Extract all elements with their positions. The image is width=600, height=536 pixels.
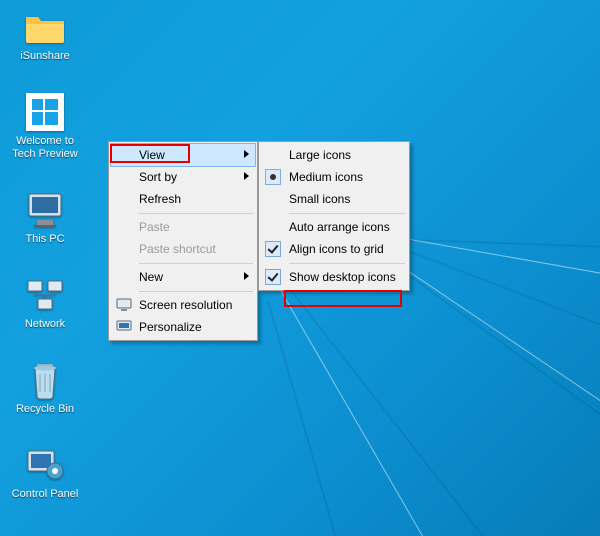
submenu-arrow-icon (244, 272, 249, 280)
desktop-icon-recycle-bin[interactable]: Recycle Bin (6, 359, 84, 416)
desktop-icon-label: Recycle Bin (16, 403, 74, 415)
network-icon (24, 274, 66, 316)
control-panel-icon (24, 444, 66, 486)
menu-item-sort-by[interactable]: Sort by (111, 166, 255, 188)
personalize-icon (115, 318, 133, 336)
recycle-bin-icon (24, 359, 66, 401)
computer-icon (24, 189, 66, 231)
menu-item-label: Personalize (139, 320, 202, 334)
menu-separator (139, 213, 253, 214)
desktop-icon-label: Welcome to Tech Preview (12, 135, 77, 160)
folder-icon (24, 6, 66, 48)
windows-logo-icon (24, 91, 66, 133)
submenu-arrow-icon (244, 172, 249, 180)
submenu-arrow-icon (244, 150, 249, 158)
menu-item-view[interactable]: View (111, 144, 255, 166)
menu-item-paste: Paste (111, 216, 255, 238)
menu-item-label: Paste shortcut (139, 242, 216, 256)
check-icon (265, 241, 281, 257)
menu-item-personalize[interactable]: Personalize (111, 316, 255, 338)
menu-item-label: Medium icons (289, 170, 363, 184)
view-submenu: Large icons Medium icons Small icons Aut… (258, 141, 410, 291)
desktop-icon-label: This PC (25, 233, 64, 245)
menu-item-label: Sort by (139, 170, 177, 184)
desktop-icon-welcome[interactable]: Welcome to Tech Preview (6, 91, 84, 161)
radio-selected-icon (265, 169, 281, 185)
menu-item-label: New (139, 270, 163, 284)
menu-item-label: Show desktop icons (289, 270, 396, 284)
submenu-item-align-grid[interactable]: Align icons to grid (261, 238, 407, 260)
desktop-icon-control-panel[interactable]: Control Panel (6, 444, 84, 501)
submenu-item-show-desktop-icons[interactable]: Show desktop icons (261, 266, 407, 288)
desktop-icon-this-pc[interactable]: This PC (6, 189, 84, 246)
desktop-context-menu: View Sort by Refresh Paste Paste shortcu… (108, 141, 258, 341)
desktop-icon-label: iSunshare (20, 50, 70, 62)
monitor-icon (115, 296, 133, 314)
menu-separator (289, 213, 405, 214)
menu-item-label: Small icons (289, 192, 350, 206)
menu-separator (289, 263, 405, 264)
menu-item-label: Paste (139, 220, 170, 234)
menu-item-label: Refresh (139, 192, 181, 206)
menu-item-new[interactable]: New (111, 266, 255, 288)
menu-separator (139, 263, 253, 264)
submenu-item-small-icons[interactable]: Small icons (261, 188, 407, 210)
menu-item-label: Screen resolution (139, 298, 232, 312)
menu-item-label: Large icons (289, 148, 351, 162)
menu-item-label: Auto arrange icons (289, 220, 390, 234)
desktop-icon-network[interactable]: Network (6, 274, 84, 331)
menu-separator (139, 291, 253, 292)
submenu-item-large-icons[interactable]: Large icons (261, 144, 407, 166)
menu-item-refresh[interactable]: Refresh (111, 188, 255, 210)
check-icon (265, 269, 281, 285)
menu-item-paste-shortcut: Paste shortcut (111, 238, 255, 260)
menu-item-label: View (139, 148, 165, 162)
submenu-item-medium-icons[interactable]: Medium icons (261, 166, 407, 188)
desktop-icons-group: iSunshare Welcome to Tech Preview This P… (6, 6, 84, 501)
desktop-icon-isunshare[interactable]: iSunshare (6, 6, 84, 63)
desktop-icon-label: Network (25, 318, 65, 330)
submenu-item-auto-arrange[interactable]: Auto arrange icons (261, 216, 407, 238)
menu-item-label: Align icons to grid (289, 242, 384, 256)
menu-item-screen-resolution[interactable]: Screen resolution (111, 294, 255, 316)
desktop-icon-label: Control Panel (12, 488, 79, 500)
